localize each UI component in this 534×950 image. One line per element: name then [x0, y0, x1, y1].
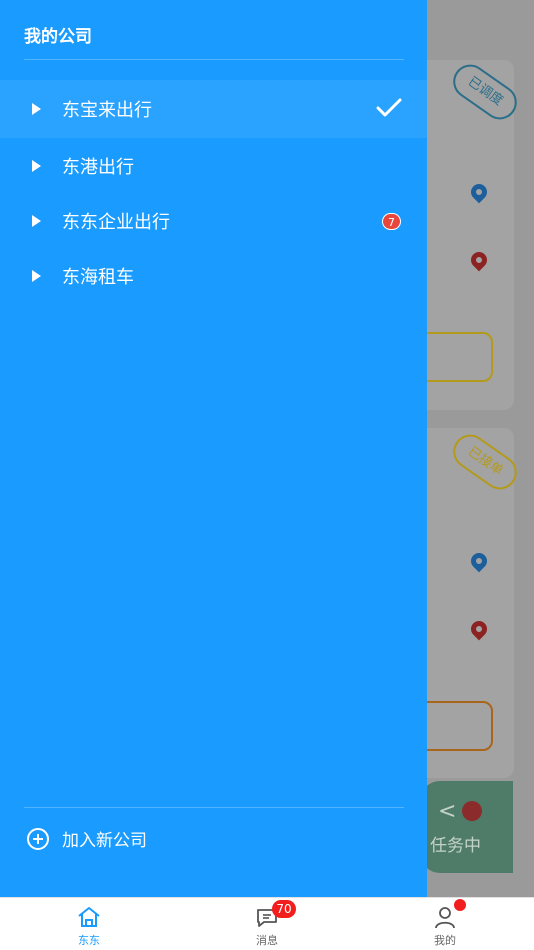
company-name: 东东企业出行	[62, 211, 170, 233]
chevron-left-icon: <	[438, 799, 457, 824]
company-list: 东宝来出行 东港出行 东东企业出行 7 东海租车	[0, 80, 427, 303]
task-in-progress-button: < 任务中	[420, 781, 513, 873]
add-company-button[interactable]: 加入新公司	[26, 826, 147, 851]
play-triangle-icon	[32, 103, 41, 115]
profile-dot-badge	[454, 899, 466, 911]
tab-label: 东东	[78, 934, 100, 947]
company-item[interactable]: 东港出行	[0, 138, 427, 193]
company-item[interactable]: 东海租车	[0, 248, 427, 303]
home-icon	[78, 907, 100, 927]
play-triangle-icon	[32, 214, 41, 227]
play-triangle-icon	[32, 159, 41, 172]
company-item[interactable]: 东东企业出行 7	[0, 193, 427, 248]
driver-icon	[462, 801, 482, 821]
tab-messages[interactable]: 消息	[178, 898, 356, 950]
checkmark-icon	[376, 98, 402, 117]
drawer-title: 我的公司	[24, 27, 92, 47]
company-item[interactable]: 东宝来出行	[0, 80, 427, 138]
company-name: 东海租车	[62, 266, 134, 288]
divider	[24, 59, 404, 60]
tab-label: 我的	[434, 934, 456, 947]
divider	[24, 807, 404, 808]
tab-home[interactable]: 东东	[0, 898, 178, 950]
company-name: 东宝来出行	[62, 100, 152, 121]
tab-label: 消息	[256, 934, 278, 947]
plus-circle-icon	[27, 827, 49, 850]
tab-profile[interactable]: 我的	[356, 898, 534, 950]
task-label: 任务中	[430, 836, 481, 856]
company-drawer: 我的公司 东宝来出行 东港出行 东东企业出行 7 东海租车 加入新公司	[0, 0, 427, 897]
company-name: 东港出行	[62, 156, 134, 178]
play-triangle-icon	[32, 269, 41, 282]
message-count-badge: 70	[272, 900, 296, 918]
unread-badge: 7	[382, 212, 401, 230]
add-company-label: 加入新公司	[62, 831, 147, 851]
